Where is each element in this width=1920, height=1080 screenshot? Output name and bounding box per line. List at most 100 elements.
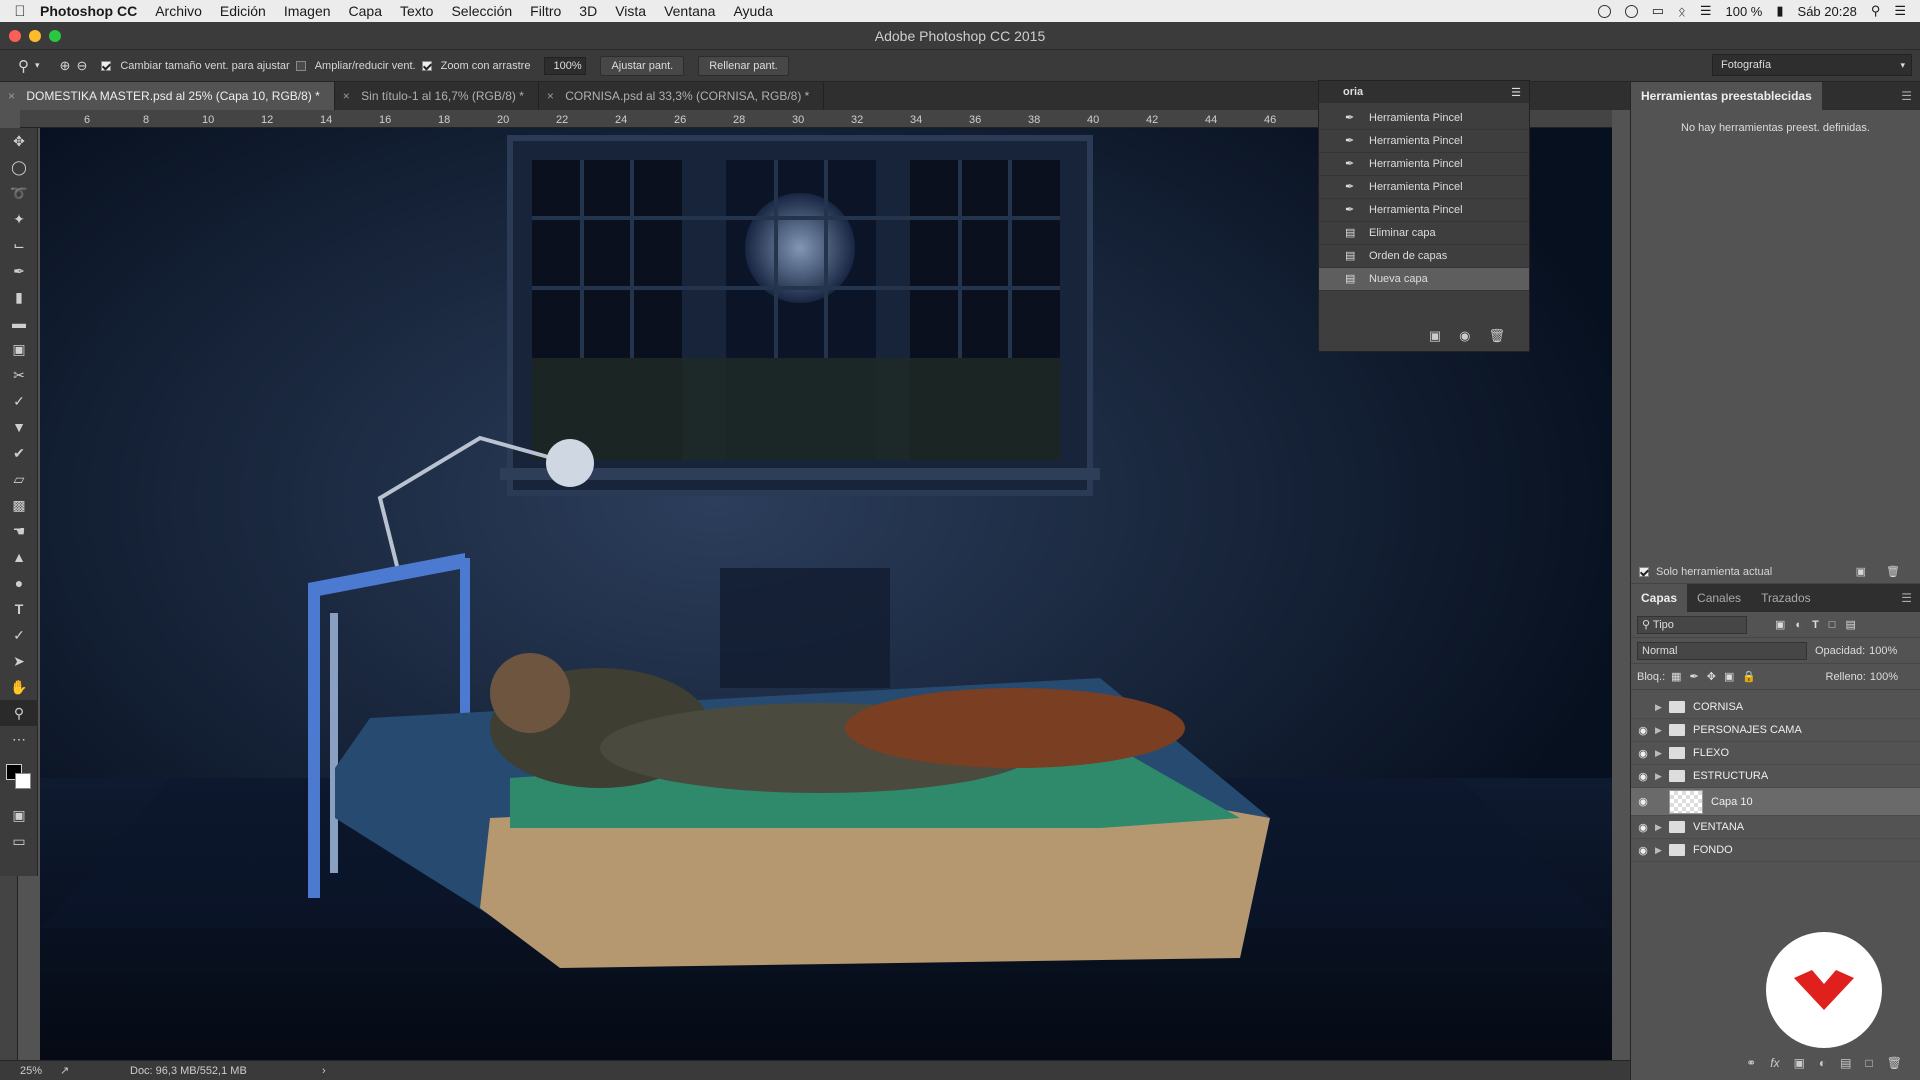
- snapshot-camera-icon[interactable]: ◉: [1459, 328, 1470, 344]
- menu-edicion[interactable]: Edición: [220, 3, 266, 19]
- spotlight-icon[interactable]: ⚲: [1871, 3, 1881, 19]
- path-selection-tool-icon[interactable]: ➤: [0, 648, 38, 674]
- menu-vista[interactable]: Vista: [615, 3, 646, 19]
- battery-icon[interactable]: ▮: [1776, 3, 1783, 19]
- apple-icon[interactable]: : [0, 3, 40, 20]
- zoom-value-field[interactable]: 100%: [544, 56, 587, 75]
- airplay-icon[interactable]: ▭: [1652, 3, 1664, 19]
- tab-trazados[interactable]: Trazados: [1751, 584, 1821, 612]
- brush-tool-icon[interactable]: ✓: [0, 388, 38, 414]
- zoom-tool-icon[interactable]: ⚲: [0, 700, 38, 726]
- lasso-tool-icon[interactable]: ➰: [0, 180, 38, 206]
- hand-tool-icon[interactable]: ✋: [0, 674, 38, 700]
- menu-imagen[interactable]: Imagen: [284, 3, 331, 19]
- history-item[interactable]: ✒ Herramienta Pincel: [1319, 153, 1529, 176]
- lock-all-icon[interactable]: 🔒: [1742, 670, 1756, 683]
- layer-row[interactable]: ◉ ▶ VENTANA: [1631, 816, 1920, 839]
- chevron-right-icon[interactable]: ›: [322, 1065, 326, 1077]
- trash-icon[interactable]: 🗑: [1886, 565, 1900, 578]
- eye-icon[interactable]: ◉: [1631, 821, 1655, 834]
- layer-row[interactable]: ◉ ▶ FLEXO: [1631, 742, 1920, 765]
- new-group-icon[interactable]: ▤: [1840, 1056, 1851, 1076]
- color-swatches-icon[interactable]: [0, 752, 38, 802]
- sync-icon[interactable]: [1597, 4, 1611, 18]
- fit-screen-button[interactable]: Ajustar pant.: [600, 55, 685, 76]
- close-tab-icon[interactable]: ×: [8, 89, 15, 103]
- record-icon[interactable]: [1624, 4, 1638, 18]
- minimize-window-button[interactable]: [29, 30, 41, 42]
- tab-capas[interactable]: Capas: [1631, 584, 1688, 612]
- zoom-out-icon[interactable]: ⊖: [76, 58, 87, 74]
- battery-percent[interactable]: 100 %: [1726, 4, 1763, 19]
- eye-icon[interactable]: ◉: [1631, 795, 1655, 808]
- layer-row[interactable]: ◉ ▶ PERSONAJES CAMA: [1631, 719, 1920, 742]
- dodge-tool-icon[interactable]: ●: [0, 570, 38, 596]
- blend-mode-select[interactable]: Normal: [1637, 641, 1807, 660]
- expand-arrow-icon[interactable]: ▶: [1655, 748, 1667, 759]
- healing-brush-tool-icon[interactable]: ▮: [0, 284, 38, 310]
- expand-arrow-icon[interactable]: ▶: [1655, 771, 1667, 782]
- add-mask-icon[interactable]: ▣: [1794, 1056, 1805, 1076]
- menu-texto[interactable]: Texto: [400, 3, 433, 19]
- history-panel-title[interactable]: oria: [1343, 86, 1363, 98]
- filter-adjustment-icon[interactable]: ◐: [1795, 619, 1802, 631]
- app-menu[interactable]: Photoshop CC: [40, 3, 137, 19]
- filter-shape-icon[interactable]: □: [1829, 619, 1836, 631]
- expand-arrow-icon[interactable]: ▶: [1655, 702, 1667, 713]
- more-tools-icon[interactable]: ⋯: [0, 726, 38, 752]
- lock-transparent-icon[interactable]: ▦: [1671, 670, 1681, 683]
- ruler-tool-icon[interactable]: ▬: [0, 310, 38, 336]
- new-preset-icon[interactable]: ▣: [1856, 565, 1866, 578]
- quick-mask-icon[interactable]: ▣: [0, 802, 38, 828]
- history-item[interactable]: ✒ Herramienta Pincel: [1319, 130, 1529, 153]
- menu-seleccion[interactable]: Selección: [451, 3, 512, 19]
- doc-size[interactable]: Doc: 96,3 MB/552,1 MB: [130, 1065, 310, 1077]
- fill-screen-button[interactable]: Rellenar pant.: [698, 55, 789, 76]
- pen-tool-icon[interactable]: ✓: [0, 622, 38, 648]
- filter-type-icon[interactable]: T: [1812, 619, 1819, 631]
- eye-icon[interactable]: ◉: [1631, 770, 1655, 783]
- lock-artboard-icon[interactable]: ▣: [1724, 670, 1734, 683]
- history-item[interactable]: ▤ Eliminar capa: [1319, 222, 1529, 245]
- history-item-selected[interactable]: ▤ Nueva capa: [1319, 268, 1529, 291]
- fx-icon[interactable]: fx: [1770, 1056, 1779, 1076]
- scrubby-zoom-checkbox[interactable]: [421, 60, 432, 71]
- panel-menu-icon[interactable]: ☰: [1901, 591, 1912, 605]
- notification-icon[interactable]: ☰: [1894, 3, 1906, 19]
- menu-filtro[interactable]: Filtro: [530, 3, 561, 19]
- filter-smart-object-icon[interactable]: ▤: [1845, 618, 1855, 631]
- type-tool-icon[interactable]: T: [0, 596, 38, 622]
- bluetooth-icon[interactable]: ᛟ: [1678, 4, 1686, 19]
- zoom-all-checkbox[interactable]: [295, 60, 306, 71]
- menu-ventana[interactable]: Ventana: [664, 3, 715, 19]
- screen-mode-icon[interactable]: ▭: [0, 828, 38, 854]
- crop-tool-icon[interactable]: ⌙: [0, 232, 38, 258]
- expand-arrow-icon[interactable]: ▶: [1655, 822, 1667, 833]
- close-window-button[interactable]: [9, 30, 21, 42]
- trash-icon[interactable]: 🗑: [1488, 328, 1505, 344]
- new-layer-icon[interactable]: □: [1866, 1056, 1873, 1076]
- opacity-field[interactable]: 100%: [1869, 645, 1897, 657]
- eraser-tool-icon[interactable]: ▱: [0, 466, 38, 492]
- trash-icon[interactable]: 🗑: [1887, 1056, 1902, 1076]
- clock[interactable]: Sáb 20:28: [1798, 4, 1857, 19]
- menu-archivo[interactable]: Archivo: [155, 3, 202, 19]
- panel-menu-icon[interactable]: ☰: [1511, 86, 1521, 99]
- current-tool-only-checkbox[interactable]: [1639, 566, 1649, 577]
- expand-arrow-icon[interactable]: ▶: [1655, 725, 1667, 736]
- adjustment-layer-icon[interactable]: ◐: [1819, 1056, 1826, 1076]
- layer-row[interactable]: ◉ ▶ ESTRUCTURA: [1631, 765, 1920, 788]
- frame-tool-icon[interactable]: ▣: [0, 336, 38, 362]
- export-icon[interactable]: ↗: [60, 1064, 130, 1077]
- scissors-tool-icon[interactable]: ✂: [0, 362, 38, 388]
- maximize-window-button[interactable]: [49, 30, 61, 42]
- marquee-tool-icon[interactable]: ◯: [0, 154, 38, 180]
- quick-select-tool-icon[interactable]: ✦: [0, 206, 38, 232]
- history-item[interactable]: ✒ Herramienta Pincel: [1319, 176, 1529, 199]
- layer-filter-select[interactable]: ⚲ Tipo: [1637, 615, 1747, 634]
- history-item[interactable]: ▤ Orden de capas: [1319, 245, 1529, 268]
- new-document-from-state-icon[interactable]: ▣: [1429, 328, 1441, 344]
- smudge-tool-icon[interactable]: ☚: [0, 518, 38, 544]
- lock-pixels-icon[interactable]: ✒: [1690, 670, 1699, 683]
- history-item[interactable]: ✒ Herramienta Pincel: [1319, 199, 1529, 222]
